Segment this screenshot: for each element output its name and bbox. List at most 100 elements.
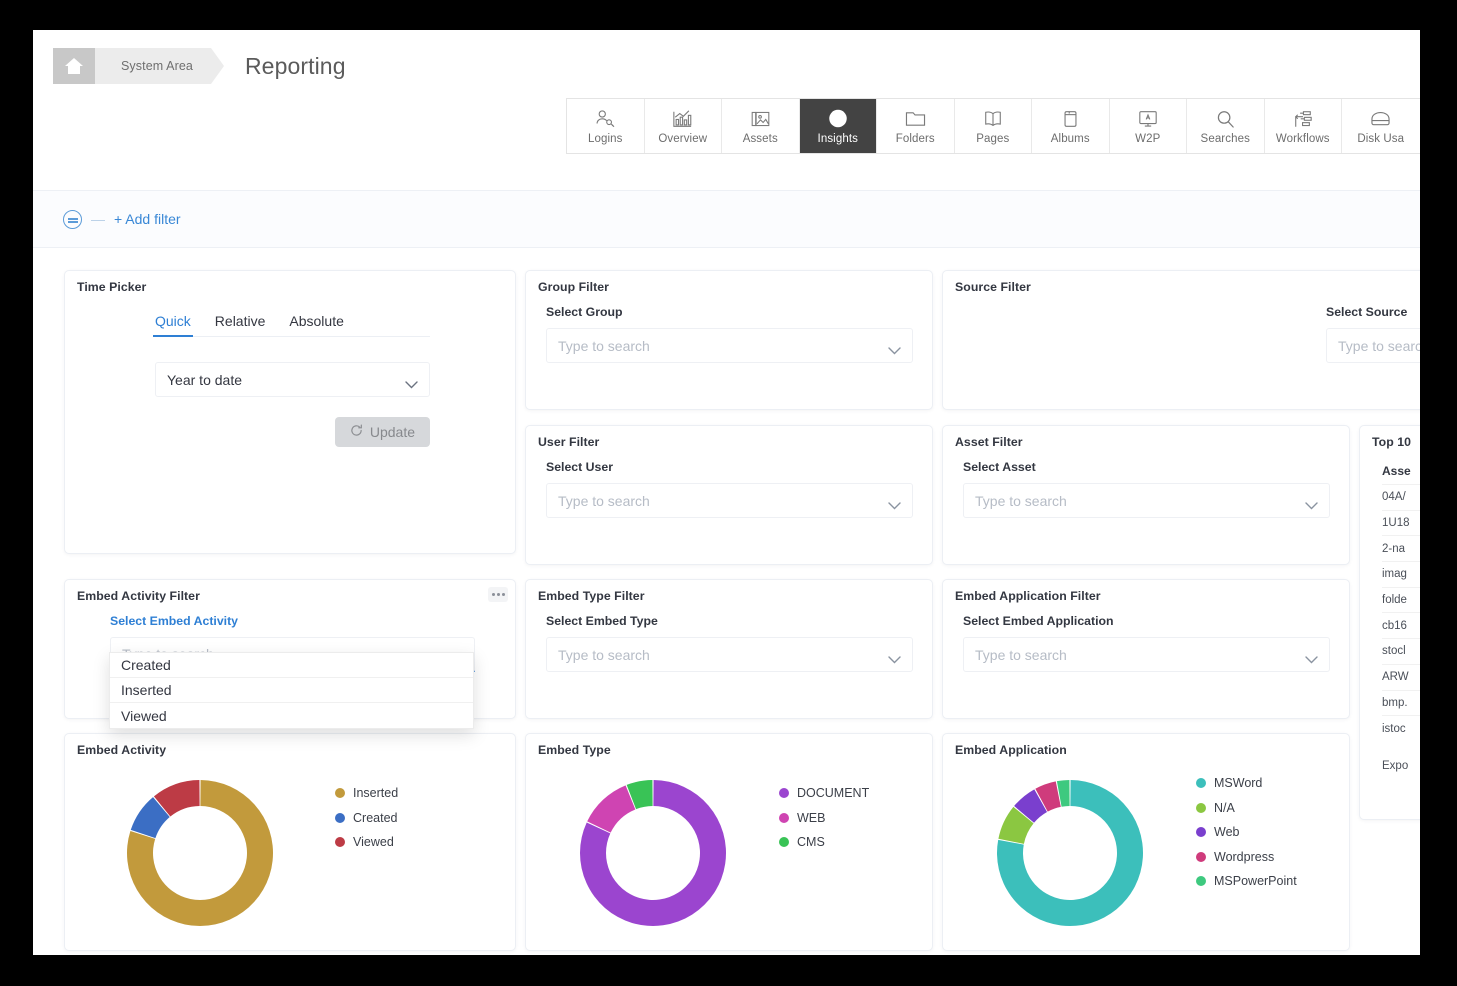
card-group-filter: Group Filter Select Group Type to search	[525, 270, 933, 410]
card-embed-type-filter: Embed Type Filter Select Embed Type Type…	[525, 579, 933, 719]
legend-item[interactable]: Inserted	[335, 786, 398, 800]
add-filter-button[interactable]: + Add filter	[114, 211, 181, 227]
top10-rows: 04A/1U18 2-na imag folde cb16 stocl ARW bmp. ist…	[1382, 484, 1420, 741]
table-row[interactable]: 2-na	[1382, 535, 1420, 561]
legend-item[interactable]: N/A	[1196, 801, 1297, 815]
card-chart-embed-activity: Embed Activity Inserted Created Viewed	[64, 733, 516, 951]
legend-item[interactable]: Wordpress	[1196, 850, 1297, 864]
legend-item[interactable]: Web	[1196, 825, 1297, 839]
legend-label: MSWord	[1214, 776, 1263, 790]
top10-export-link[interactable]: Expo	[1382, 760, 1420, 772]
table-row[interactable]: istoc	[1382, 715, 1420, 741]
time-range-select[interactable]: Year to date	[155, 362, 430, 397]
legend-label: WEB	[797, 810, 826, 825]
top10-column-header: Asse	[1382, 464, 1411, 478]
legend-color-dot	[335, 812, 345, 823]
tab-label: Pages	[976, 132, 1010, 145]
page-title: Reporting	[244, 52, 346, 79]
table-row[interactable]: cb16	[1382, 612, 1420, 638]
legend-item[interactable]: MSWord	[1196, 776, 1297, 790]
embed-application-filter-placeholder: Type to search	[975, 646, 1067, 663]
tab-disk-usa[interactable]: Disk Usa	[1342, 99, 1420, 153]
tab-label: Insights	[817, 132, 858, 145]
user-filter-select[interactable]: Type to search	[546, 483, 913, 518]
filter-icon[interactable]	[63, 209, 82, 229]
table-row[interactable]: stocl	[1382, 638, 1420, 664]
tab-pages[interactable]: Pages	[954, 99, 1032, 153]
legend-item[interactable]: Viewed	[335, 835, 398, 849]
filter-toolbar: — + Add filter	[33, 190, 1420, 248]
label-select-embed-type: Select Embed Type	[546, 614, 658, 628]
tab-label: Workflows	[1275, 132, 1330, 145]
card-embed-application-filter: Embed Application Filter Select Embed Ap…	[942, 579, 1350, 719]
legend-color-dot	[1196, 827, 1206, 837]
disk-icon	[1368, 108, 1394, 130]
legend-item[interactable]: WEB	[779, 811, 869, 825]
tab-relative[interactable]: Relative	[215, 313, 266, 329]
legend-color-dot	[1196, 802, 1206, 813]
reporting-page: System Area Reporting Logins Overview Asse…	[33, 30, 1420, 955]
update-button[interactable]: Update	[334, 417, 430, 447]
card-title-asset-filter: Asset Filter	[955, 435, 1023, 449]
tab-absolute[interactable]: Absolute	[289, 313, 343, 329]
tab-label: Folders	[895, 132, 935, 145]
tab-workflows[interactable]: Workflows	[1264, 99, 1342, 153]
time-range-value: Year to date	[167, 371, 242, 388]
tab-assets[interactable]: Assets	[722, 99, 800, 153]
folder-icon	[902, 108, 928, 130]
chart-legend-embed-activity: Inserted Created Viewed	[335, 786, 398, 849]
legend-item[interactable]: DOCUMENT	[779, 786, 869, 800]
asset-filter-select[interactable]: Type to search	[963, 483, 1330, 518]
embed-activity-dropdown[interactable]: Created Inserted Viewed	[109, 652, 474, 729]
dropdown-option-inserted[interactable]: Inserted	[110, 678, 473, 703]
label-select-embed-application: Select Embed Application	[963, 614, 1114, 628]
home-breadcrumb-button[interactable]	[53, 48, 108, 84]
chart-title-embed-type: Embed Type	[538, 743, 611, 757]
embed-application-filter-select[interactable]: Type to search	[963, 637, 1330, 672]
card-asset-filter: Asset Filter Select Asset Type to search	[942, 425, 1350, 565]
tab-label: Disk Usa	[1357, 132, 1405, 145]
tab-w2p[interactable]: W2P	[1109, 99, 1187, 153]
legend-item[interactable]: Created	[335, 811, 398, 825]
tab-albums[interactable]: Albums	[1032, 99, 1110, 153]
table-row[interactable]: 04A/	[1382, 484, 1420, 510]
breadcrumb-system-area-label: System Area	[121, 59, 193, 73]
workflow-icon	[1290, 108, 1316, 130]
chart-legend-embed-application: MSWord N/A Web Wordpress MSPowerPoint	[1196, 776, 1297, 888]
tab-label: W2P	[1135, 132, 1161, 145]
source-filter-select[interactable]: Type to searc	[1326, 328, 1420, 363]
card-chart-embed-type: Embed Type DOCUMENT WEB CMS	[525, 733, 933, 951]
filter-dash: —	[91, 211, 105, 227]
tab-searches[interactable]: Searches	[1187, 99, 1265, 153]
tab-insights[interactable]: Insights	[799, 99, 877, 153]
tab-overview[interactable]: Overview	[644, 99, 722, 153]
table-row[interactable]: ARW	[1382, 663, 1420, 690]
chevron-down-icon	[888, 651, 901, 667]
legend-item[interactable]: CMS	[779, 835, 869, 849]
tab-logins[interactable]: Logins	[567, 99, 645, 153]
tab-quick[interactable]: Quick	[153, 313, 193, 337]
table-row[interactable]: imag	[1382, 561, 1420, 587]
chevron-down-icon	[405, 376, 418, 392]
group-filter-select[interactable]: Type to search	[546, 328, 913, 363]
card-time-picker: Time Picker Quick Relative Absolute Year…	[64, 270, 516, 554]
table-row[interactable]: folde	[1382, 586, 1420, 613]
report-tabbar: Logins Overview Assets Insights Folders Pages…	[566, 98, 1420, 154]
embed-type-filter-select[interactable]: Type to search	[546, 637, 913, 672]
table-row[interactable]: bmp.	[1382, 689, 1420, 716]
legend-label: DOCUMENT	[797, 786, 870, 800]
dropdown-option-created[interactable]: Created	[110, 653, 473, 678]
breadcrumb-system-area[interactable]: System Area	[95, 48, 224, 84]
bar-chart-icon	[670, 108, 696, 130]
table-row[interactable]: 1U18	[1382, 509, 1420, 536]
card-title-user-filter: User Filter	[538, 435, 600, 449]
card-options-icon[interactable]	[488, 587, 508, 602]
album-icon	[1057, 108, 1083, 130]
embed-type-filter-placeholder: Type to search	[558, 646, 650, 663]
label-select-source: Select Source	[1326, 305, 1408, 319]
dropdown-option-viewed[interactable]: Viewed	[110, 703, 473, 728]
legend-item[interactable]: MSPowerPoint	[1196, 874, 1297, 888]
tab-folders[interactable]: Folders	[877, 99, 955, 153]
legend-label: Viewed	[353, 835, 394, 849]
tab-label: Searches	[1200, 132, 1250, 145]
